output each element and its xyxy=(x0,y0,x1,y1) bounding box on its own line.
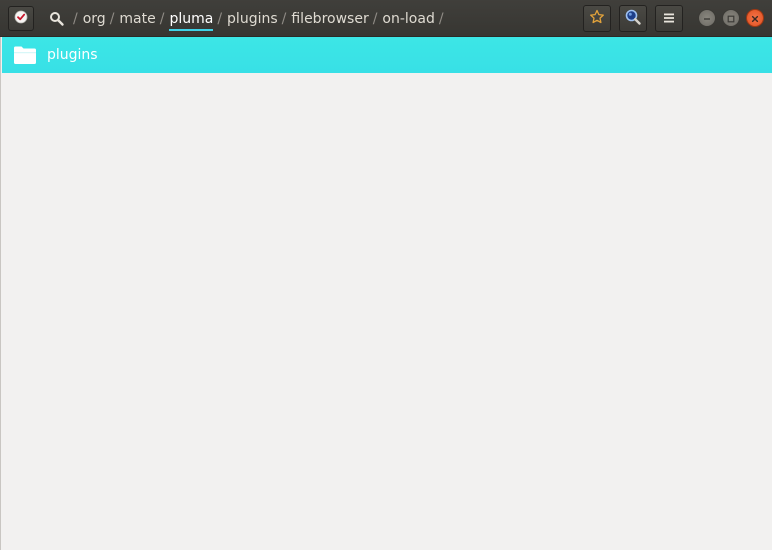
app-window: / org / mate / pluma / plugins / filebro… xyxy=(0,0,772,550)
path-segment-on-load[interactable]: on-load xyxy=(382,11,434,27)
folder-icon xyxy=(13,44,37,66)
bookmark-button[interactable] xyxy=(583,5,611,32)
hamburger-icon xyxy=(663,9,675,28)
search-button[interactable] xyxy=(619,5,647,32)
path-separator: / xyxy=(372,10,378,27)
search-icon[interactable] xyxy=(48,10,66,28)
path-segment-pluma[interactable]: pluma xyxy=(169,11,213,31)
path-segment-org[interactable]: org xyxy=(83,11,106,27)
path-segment-mate[interactable]: mate xyxy=(119,11,155,27)
path-separator: / xyxy=(438,10,444,27)
close-icon xyxy=(750,9,760,28)
path-segment-plugins[interactable]: plugins xyxy=(227,11,278,27)
list-item[interactable]: plugins xyxy=(2,37,772,73)
minimize-icon xyxy=(702,9,712,28)
app-icon xyxy=(14,9,28,28)
path-separator: / xyxy=(159,10,165,27)
maximize-button[interactable] xyxy=(722,9,740,27)
main-menu-button[interactable] xyxy=(655,5,683,32)
path-separator: / xyxy=(281,10,287,27)
app-menu-button[interactable] xyxy=(8,6,34,31)
headerbar: / org / mate / pluma / plugins / filebro… xyxy=(0,0,772,37)
path-separator: / xyxy=(73,10,78,27)
magnifier-icon xyxy=(624,8,642,30)
path-segment-filebrowser[interactable]: filebrowser xyxy=(291,11,368,27)
close-button[interactable] xyxy=(746,9,764,27)
maximize-icon xyxy=(726,9,736,28)
minimize-button[interactable] xyxy=(698,9,716,27)
star-icon xyxy=(589,9,605,29)
path-separator: / xyxy=(217,10,223,27)
file-name: plugins xyxy=(47,47,98,63)
breadcrumb: / org / mate / pluma / plugins / filebro… xyxy=(48,0,449,37)
path-separator: / xyxy=(109,10,115,27)
file-list: plugins xyxy=(0,37,772,550)
